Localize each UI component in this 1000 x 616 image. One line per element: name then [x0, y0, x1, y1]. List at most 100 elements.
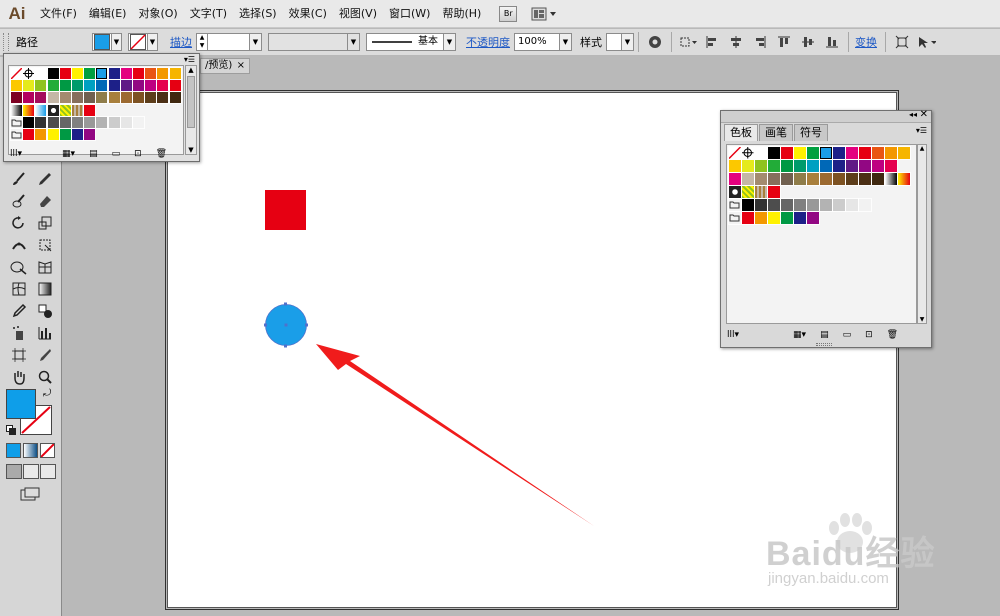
color-swatch[interactable] [46, 91, 60, 105]
align-to-dropdown[interactable] [678, 33, 698, 51]
color-swatch[interactable] [71, 91, 84, 105]
red-square-shape[interactable] [265, 190, 306, 230]
shape-builder-tool[interactable] [8, 257, 30, 277]
color-swatch[interactable] [884, 146, 898, 160]
rotate-tool[interactable] [8, 213, 30, 233]
color-swatch[interactable] [780, 211, 794, 225]
color-swatch[interactable] [832, 198, 846, 212]
panel-menu-icon[interactable]: ▾☰ [916, 126, 927, 135]
swatch-options-icon[interactable]: ▤ [89, 149, 98, 159]
menu-effect[interactable]: 效果(C) [283, 0, 333, 28]
color-swatch[interactable] [83, 67, 97, 80]
color-swatch[interactable] [71, 79, 84, 93]
color-swatch[interactable] [10, 91, 23, 105]
color-swatch[interactable] [780, 172, 794, 186]
chevron-down-icon[interactable]: ▼ [348, 33, 360, 51]
color-swatch[interactable] [95, 79, 109, 93]
arrange-documents-button[interactable] [531, 6, 557, 22]
menu-edit[interactable]: 编辑(E) [83, 0, 133, 28]
color-swatch[interactable] [119, 91, 133, 105]
color-swatch[interactable] [156, 67, 170, 80]
tab-brushes[interactable]: 画笔 [759, 124, 793, 141]
color-swatch[interactable] [46, 128, 60, 141]
scale-tool[interactable] [34, 213, 56, 233]
column-graph-tool[interactable] [34, 323, 56, 343]
none-mode-button[interactable] [40, 443, 55, 458]
color-mode-button[interactable] [6, 443, 21, 458]
chevron-down-icon[interactable]: ▼ [560, 33, 572, 51]
isolate-selected-button[interactable] [892, 33, 912, 51]
swatch-gradient[interactable] [34, 103, 48, 117]
bridge-button[interactable]: Br [499, 5, 518, 22]
color-swatch[interactable] [71, 67, 84, 80]
color-swatch[interactable] [897, 146, 911, 160]
stroke-weight-stepper[interactable]: ▲ ▼ [196, 33, 208, 51]
selection-options-dropdown[interactable] [916, 33, 936, 51]
color-swatch[interactable] [119, 67, 133, 80]
color-swatch[interactable] [34, 79, 48, 93]
color-swatch[interactable] [767, 185, 781, 199]
close-icon[interactable]: × [237, 59, 245, 73]
color-swatch[interactable] [858, 159, 872, 173]
align-left-button[interactable] [702, 33, 722, 51]
color-swatch[interactable] [34, 91, 48, 105]
draw-behind-button[interactable] [23, 464, 39, 479]
scrollbar-thumb[interactable] [187, 76, 195, 128]
color-swatch[interactable] [793, 198, 807, 212]
eyedropper-tool[interactable] [8, 301, 30, 321]
style-swatch[interactable] [606, 33, 622, 51]
color-swatch[interactable] [858, 146, 872, 160]
swatch-registration[interactable] [22, 67, 36, 80]
color-swatch[interactable] [819, 198, 833, 212]
recolor-artwork-button[interactable] [645, 33, 665, 51]
fill-swatch-active[interactable] [6, 389, 36, 419]
color-swatch[interactable] [780, 146, 794, 160]
gradient-tool[interactable] [34, 279, 56, 299]
color-swatch[interactable] [754, 172, 768, 186]
blob-brush-tool[interactable] [8, 191, 30, 211]
menu-view[interactable]: 视图(V) [333, 0, 383, 28]
color-swatch[interactable] [168, 67, 182, 80]
color-swatch[interactable] [22, 128, 36, 141]
swatch-registration[interactable] [741, 146, 755, 160]
align-top-button[interactable] [774, 33, 794, 51]
color-swatch[interactable] [83, 128, 97, 141]
color-swatch[interactable] [767, 146, 781, 160]
color-swatch[interactable] [845, 198, 859, 212]
color-swatch[interactable] [71, 128, 84, 141]
stroke-link[interactable]: 描边 [170, 34, 192, 50]
free-transform-tool[interactable] [34, 235, 56, 255]
color-swatch[interactable] [754, 198, 768, 212]
swap-fill-stroke-icon[interactable]: ⤾ [43, 388, 51, 399]
color-swatch[interactable] [871, 146, 885, 160]
color-swatch[interactable] [793, 159, 807, 173]
swatch-pattern[interactable] [46, 103, 60, 117]
fill-color-dropdown[interactable]: ▼ [92, 33, 122, 51]
color-swatch[interactable] [34, 128, 48, 141]
color-swatch[interactable] [819, 159, 833, 173]
variable-width-profile[interactable] [268, 33, 348, 51]
opacity-input[interactable]: 100% [514, 33, 560, 51]
color-swatch[interactable] [83, 115, 97, 129]
color-swatch[interactable] [832, 172, 846, 186]
document-tab[interactable]: /预览) × [200, 58, 250, 74]
artboard-tool[interactable] [8, 345, 30, 365]
color-swatch[interactable] [832, 159, 846, 173]
hand-tool[interactable] [8, 367, 30, 387]
swatch-gradient[interactable] [10, 103, 23, 117]
swatch-pattern[interactable] [741, 185, 755, 199]
color-swatch[interactable] [132, 79, 145, 93]
color-swatch[interactable] [806, 159, 820, 173]
perspective-grid-tool[interactable] [34, 257, 56, 277]
color-swatch[interactable] [780, 159, 794, 173]
color-swatch[interactable] [741, 211, 755, 225]
draw-inside-button[interactable] [40, 464, 56, 479]
color-swatch[interactable] [119, 79, 133, 93]
color-swatch[interactable] [845, 159, 859, 173]
color-swatch[interactable] [58, 115, 72, 129]
color-swatch[interactable] [107, 115, 121, 129]
stroke-color-dropdown[interactable]: ▼ [128, 33, 158, 51]
default-fill-stroke-icon[interactable] [6, 425, 16, 435]
color-swatch[interactable] [832, 146, 846, 160]
color-swatch[interactable] [144, 67, 158, 80]
